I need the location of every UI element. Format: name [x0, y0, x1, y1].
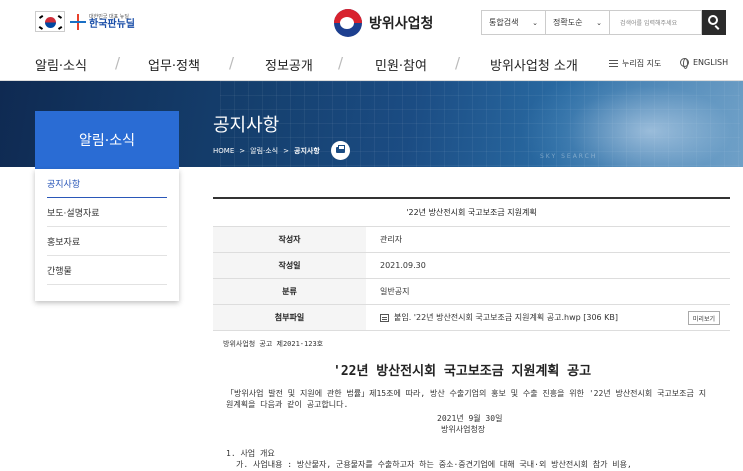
english-link[interactable]: ENGLISH	[680, 58, 729, 69]
breadcrumb-news[interactable]: 알림·소식	[250, 146, 278, 156]
row-label: 작성일	[213, 253, 366, 278]
gnb-item-disclosure[interactable]: 정보공개	[265, 55, 313, 74]
chevron-down-icon: ⌄	[596, 18, 602, 27]
attachment-cell: 붙임. '22년 방산전시회 국고보조금 지원계획 공고.hwp [306 KB…	[366, 305, 730, 330]
row-value: 일반공지	[380, 287, 410, 296]
menu-icon	[609, 60, 618, 67]
gnb-divider: /	[455, 54, 461, 72]
main-nav: 알림·소식 / 업무·정책 / 정보공개 / 민원·참여 / 방위사업청 소개 …	[0, 45, 743, 81]
notice-title: '22년 방산전시회 국고보조금 지원계획 공고	[333, 364, 592, 379]
search-scope-select[interactable]: 통합검색 ⌄	[481, 10, 546, 35]
search-button[interactable]	[702, 10, 726, 35]
table-row: 분류 일반공지	[213, 279, 730, 305]
sitemap-link[interactable]: 누리집 지도	[609, 58, 661, 69]
search-icon	[708, 15, 718, 25]
gnb-item-news[interactable]: 알림·소식	[35, 55, 87, 74]
chevron-down-icon: ⌄	[532, 18, 538, 27]
agency-name: 방위사업청	[369, 16, 434, 32]
row-label: 첨부파일	[213, 305, 366, 330]
row-value: 관리자	[380, 235, 403, 244]
search-sort-select[interactable]: 정확도순 ⌄	[546, 10, 610, 35]
sitemap-label: 누리집 지도	[622, 59, 662, 68]
dapa-logo[interactable]: 방위사업청	[334, 9, 433, 37]
government-emblem-icon	[334, 9, 362, 37]
breadcrumb-current: 공지사항	[294, 146, 320, 155]
sidebar-title: 알림·소식	[35, 111, 179, 169]
notice-number: 방위사업청 공고 제2021-123호	[223, 340, 324, 348]
table-row: 작성일 2021.09.30	[213, 253, 730, 279]
english-label: ENGLISH	[693, 58, 729, 67]
notice-issuer: 방위사업청장	[441, 425, 486, 434]
table-row: 첨부파일 붙임. '22년 방산전시회 국고보조금 지원계획 공고.hwp [3…	[213, 305, 730, 331]
search-scope-value: 통합검색	[489, 18, 519, 27]
attachment-link[interactable]: 붙임. '22년 방산전시회 국고보조금 지원계획 공고.hwp [306 KB…	[394, 312, 618, 323]
globe-icon	[680, 58, 689, 69]
search-bar: 통합검색 ⌄ 정확도순 ⌄ 검색어를 입력해주세요	[481, 10, 726, 35]
korea-flag-icon[interactable]	[35, 11, 65, 32]
new-deal-star-icon	[70, 14, 86, 30]
korean-new-deal-logo[interactable]: 대한민국 대표 뉴딜 한국판뉴딜	[70, 11, 135, 33]
notice-paragraph: 「방위사업 발전 및 지원에 관한 법률」제15조에 따라, 방산 수출기업의 …	[226, 389, 707, 409]
page-title: 공지사항	[213, 115, 280, 136]
sidebar-item-publication[interactable]: 간행물	[47, 256, 167, 285]
section-item: 가. 사업내용 : 방산물자, 군용물자를 수출하고자 하는 중소·중견기업에 …	[236, 460, 632, 469]
top-bar: 대한민국 대표 뉴딜 한국판뉴딜 방위사업청 통합검색 ⌄ 정확도순 ⌄ 검색어…	[0, 0, 743, 45]
gnb-divider: /	[338, 54, 344, 72]
search-input[interactable]: 검색어를 입력해주세요	[610, 10, 702, 35]
gnb-divider: /	[229, 54, 235, 72]
print-icon[interactable]	[330, 141, 350, 160]
post-view: '22년 방산전시회 국고보조금 지원계획 작성자 관리자 작성일 2021.0…	[213, 197, 730, 331]
breadcrumb-home[interactable]: HOME	[213, 147, 234, 155]
breadcrumb-separator: >	[239, 146, 246, 155]
gnb-item-policy[interactable]: 업무·정책	[148, 55, 200, 74]
file-icon	[380, 313, 389, 322]
sidebar-item-notice[interactable]: 공지사항	[47, 169, 167, 198]
gnb-divider: /	[115, 54, 121, 72]
row-label: 작성자	[213, 227, 366, 252]
table-row: 작성자 관리자	[213, 227, 730, 253]
banner-watermark: SKY SEARCH	[540, 153, 598, 160]
section-heading: 1. 사업 개요	[226, 449, 275, 458]
row-value: 2021.09.30	[380, 261, 426, 270]
sidebar: 공지사항 보도·설명자료 홍보자료 간행물	[35, 169, 179, 301]
new-deal-main: 한국판뉴딜	[89, 18, 135, 30]
breadcrumb-separator: >	[283, 146, 289, 155]
notice-date: 2021년 9월 30일	[437, 414, 503, 423]
preview-button[interactable]: 미리보기	[687, 311, 720, 325]
post-title: '22년 방산전시회 국고보조금 지원계획	[213, 197, 730, 227]
gnb-item-participation[interactable]: 민원·참여	[375, 55, 427, 74]
gnb-item-about[interactable]: 방위사업청 소개	[490, 55, 578, 74]
breadcrumb: HOME > 알림·소식 > 공지사항	[213, 141, 350, 160]
sidebar-item-press[interactable]: 보도·설명자료	[47, 198, 167, 227]
search-sort-value: 정확도순	[553, 18, 583, 27]
row-label: 분류	[213, 279, 366, 304]
sidebar-item-promotion[interactable]: 홍보자료	[47, 227, 167, 256]
